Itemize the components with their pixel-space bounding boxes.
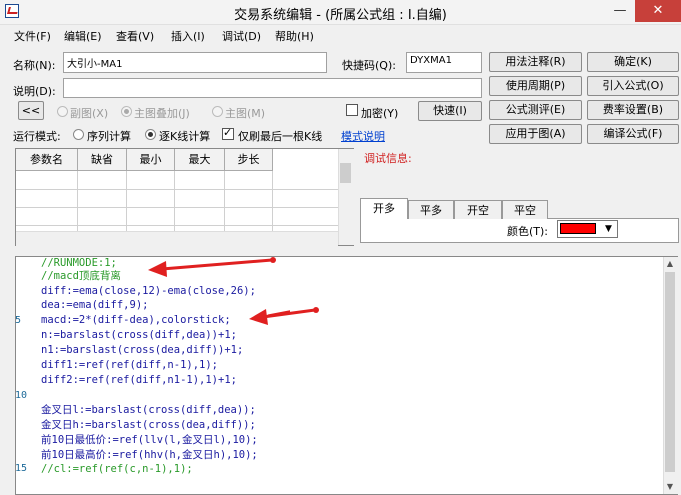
fee-settings-button[interactable]: 费率设置(B) [587,100,679,120]
radio-main-overlay-label: 主图叠加(J) [134,107,190,120]
color-label: 颜色(T): [507,225,549,238]
radio-sequence-mode[interactable] [73,129,84,140]
description-input[interactable] [63,78,482,98]
param-header-min: 最小 [127,149,175,171]
run-mode-label: 运行模式: [13,130,61,143]
radio-bar-mode[interactable] [145,129,156,140]
radio-subchart-label: 副图(X) [70,107,109,120]
param-table-hscrollbar[interactable] [16,231,338,246]
grid-line [16,225,338,226]
import-formula-button[interactable]: 引入公式(O) [587,76,679,96]
usage-period-button[interactable]: 使用周期(P) [489,76,582,96]
sequence-mode-label: 序列计算 [87,130,131,143]
grid-line [272,171,273,231]
param-header-default: 缺省 [78,149,127,171]
code-line: n1:=barslast(cross(dea,diff))+1; [41,344,244,356]
radio-main[interactable] [212,106,223,117]
radio-subchart[interactable] [57,106,68,117]
hotkey-label: 快捷码(Q): [342,59,396,72]
tab-close-long[interactable]: 平多 [408,200,454,219]
encrypt-checkbox[interactable] [346,104,358,116]
annotation-arrow-lower [249,307,319,325]
apply-to-chart-button[interactable]: 应用于图(A) [489,124,582,144]
menu-debug[interactable]: 调试(D) [222,28,261,44]
debug-info-label: 调试信息: [364,152,412,165]
color-swatch [560,223,596,234]
param-header-max: 最大 [175,149,225,171]
scroll-down-icon[interactable]: ▼ [663,480,677,494]
code-line: diff2:=ref(ref(diff,n1-1),1)+1; [41,374,237,386]
tab-open-long[interactable]: 开多 [360,198,408,219]
code-line: 前10日最高价:=ref(hhv(h,金叉日h),10); [41,449,258,461]
name-label: 名称(N): [13,59,56,72]
menu-edit[interactable]: 编辑(E) [64,28,102,44]
window-title: 交易系统编辑 - (所属公式组 : I.自编) [234,8,447,23]
encrypt-label: 加密(Y) [361,107,399,120]
tab-open-short[interactable]: 开空 [454,200,502,219]
grid-line [224,171,225,231]
line-number: 10 [15,390,28,401]
menu-insert[interactable]: 插入(I) [171,28,205,44]
code-line: diff1:=ref(ref(diff,n-1),1); [41,359,219,371]
grid-line [16,189,338,190]
menu-view[interactable]: 查看(V) [116,28,154,44]
usage-note-button[interactable]: 用法注释(R) [489,52,582,72]
close-button[interactable]: ✕ [635,0,681,22]
confirm-button[interactable]: 确定(K) [587,52,679,72]
radio-main-overlay[interactable] [121,106,132,117]
menu-bar [0,25,681,45]
name-input[interactable]: 大引小-MA1 [63,52,327,73]
chevron-down-icon[interactable]: ▼ [600,221,617,237]
hotkey-input[interactable]: DYXMA1 [406,52,482,73]
param-header-step: 步长 [225,149,273,171]
menu-file[interactable]: 文件(F) [14,28,51,44]
bar-mode-label: 逐K线计算 [159,130,211,143]
code-line: 金叉日h:=barslast(cross(dea,diff)); [41,419,256,431]
code-line: dea:=ema(diff,9); [41,299,149,311]
scroll-up-icon[interactable]: ▲ [663,257,677,271]
formula-test-button[interactable]: 公式测评(E) [489,100,582,120]
compile-formula-button[interactable]: 编译公式(F) [587,124,679,144]
grid-line [174,171,175,231]
code-line: //cl:=ref(ref(c,n-1),1); [41,463,193,475]
minimize-button[interactable]: — [605,0,635,22]
last-bar-label: 仅刷最后一根K线 [238,130,323,143]
code-line: //RUNMODE:1; [41,257,117,269]
code-line: n:=barslast(cross(diff,dea))+1; [41,329,237,341]
grid-line [77,171,78,231]
param-table-scroll-thumb[interactable] [340,163,351,183]
radio-main-label: 主图(M) [225,107,266,120]
line-number: 5 [15,315,22,326]
grid-line [16,207,338,208]
code-line: //macd顶底背离 [41,270,121,282]
code-line: 金叉日l:=barslast(cross(diff,dea)); [41,404,256,416]
mode-help-link[interactable]: 模式说明 [341,128,385,144]
editor-scroll-thumb[interactable] [665,272,675,472]
collapse-button[interactable]: << [18,101,44,120]
tab-close-short[interactable]: 平空 [502,200,548,219]
code-line: 前10日最低价:=ref(llv(l,金叉日l),10); [41,434,258,446]
description-label: 说明(D): [13,85,56,98]
annotation-arrow-1 [148,257,276,277]
param-header-name: 参数名 [16,149,78,171]
last-bar-checkbox[interactable] [222,126,234,140]
grid-line [126,171,127,231]
menu-help[interactable]: 帮助(H) [275,28,314,44]
fast-button[interactable]: 快速(I) [418,101,482,121]
line-number: 15 [15,463,28,474]
